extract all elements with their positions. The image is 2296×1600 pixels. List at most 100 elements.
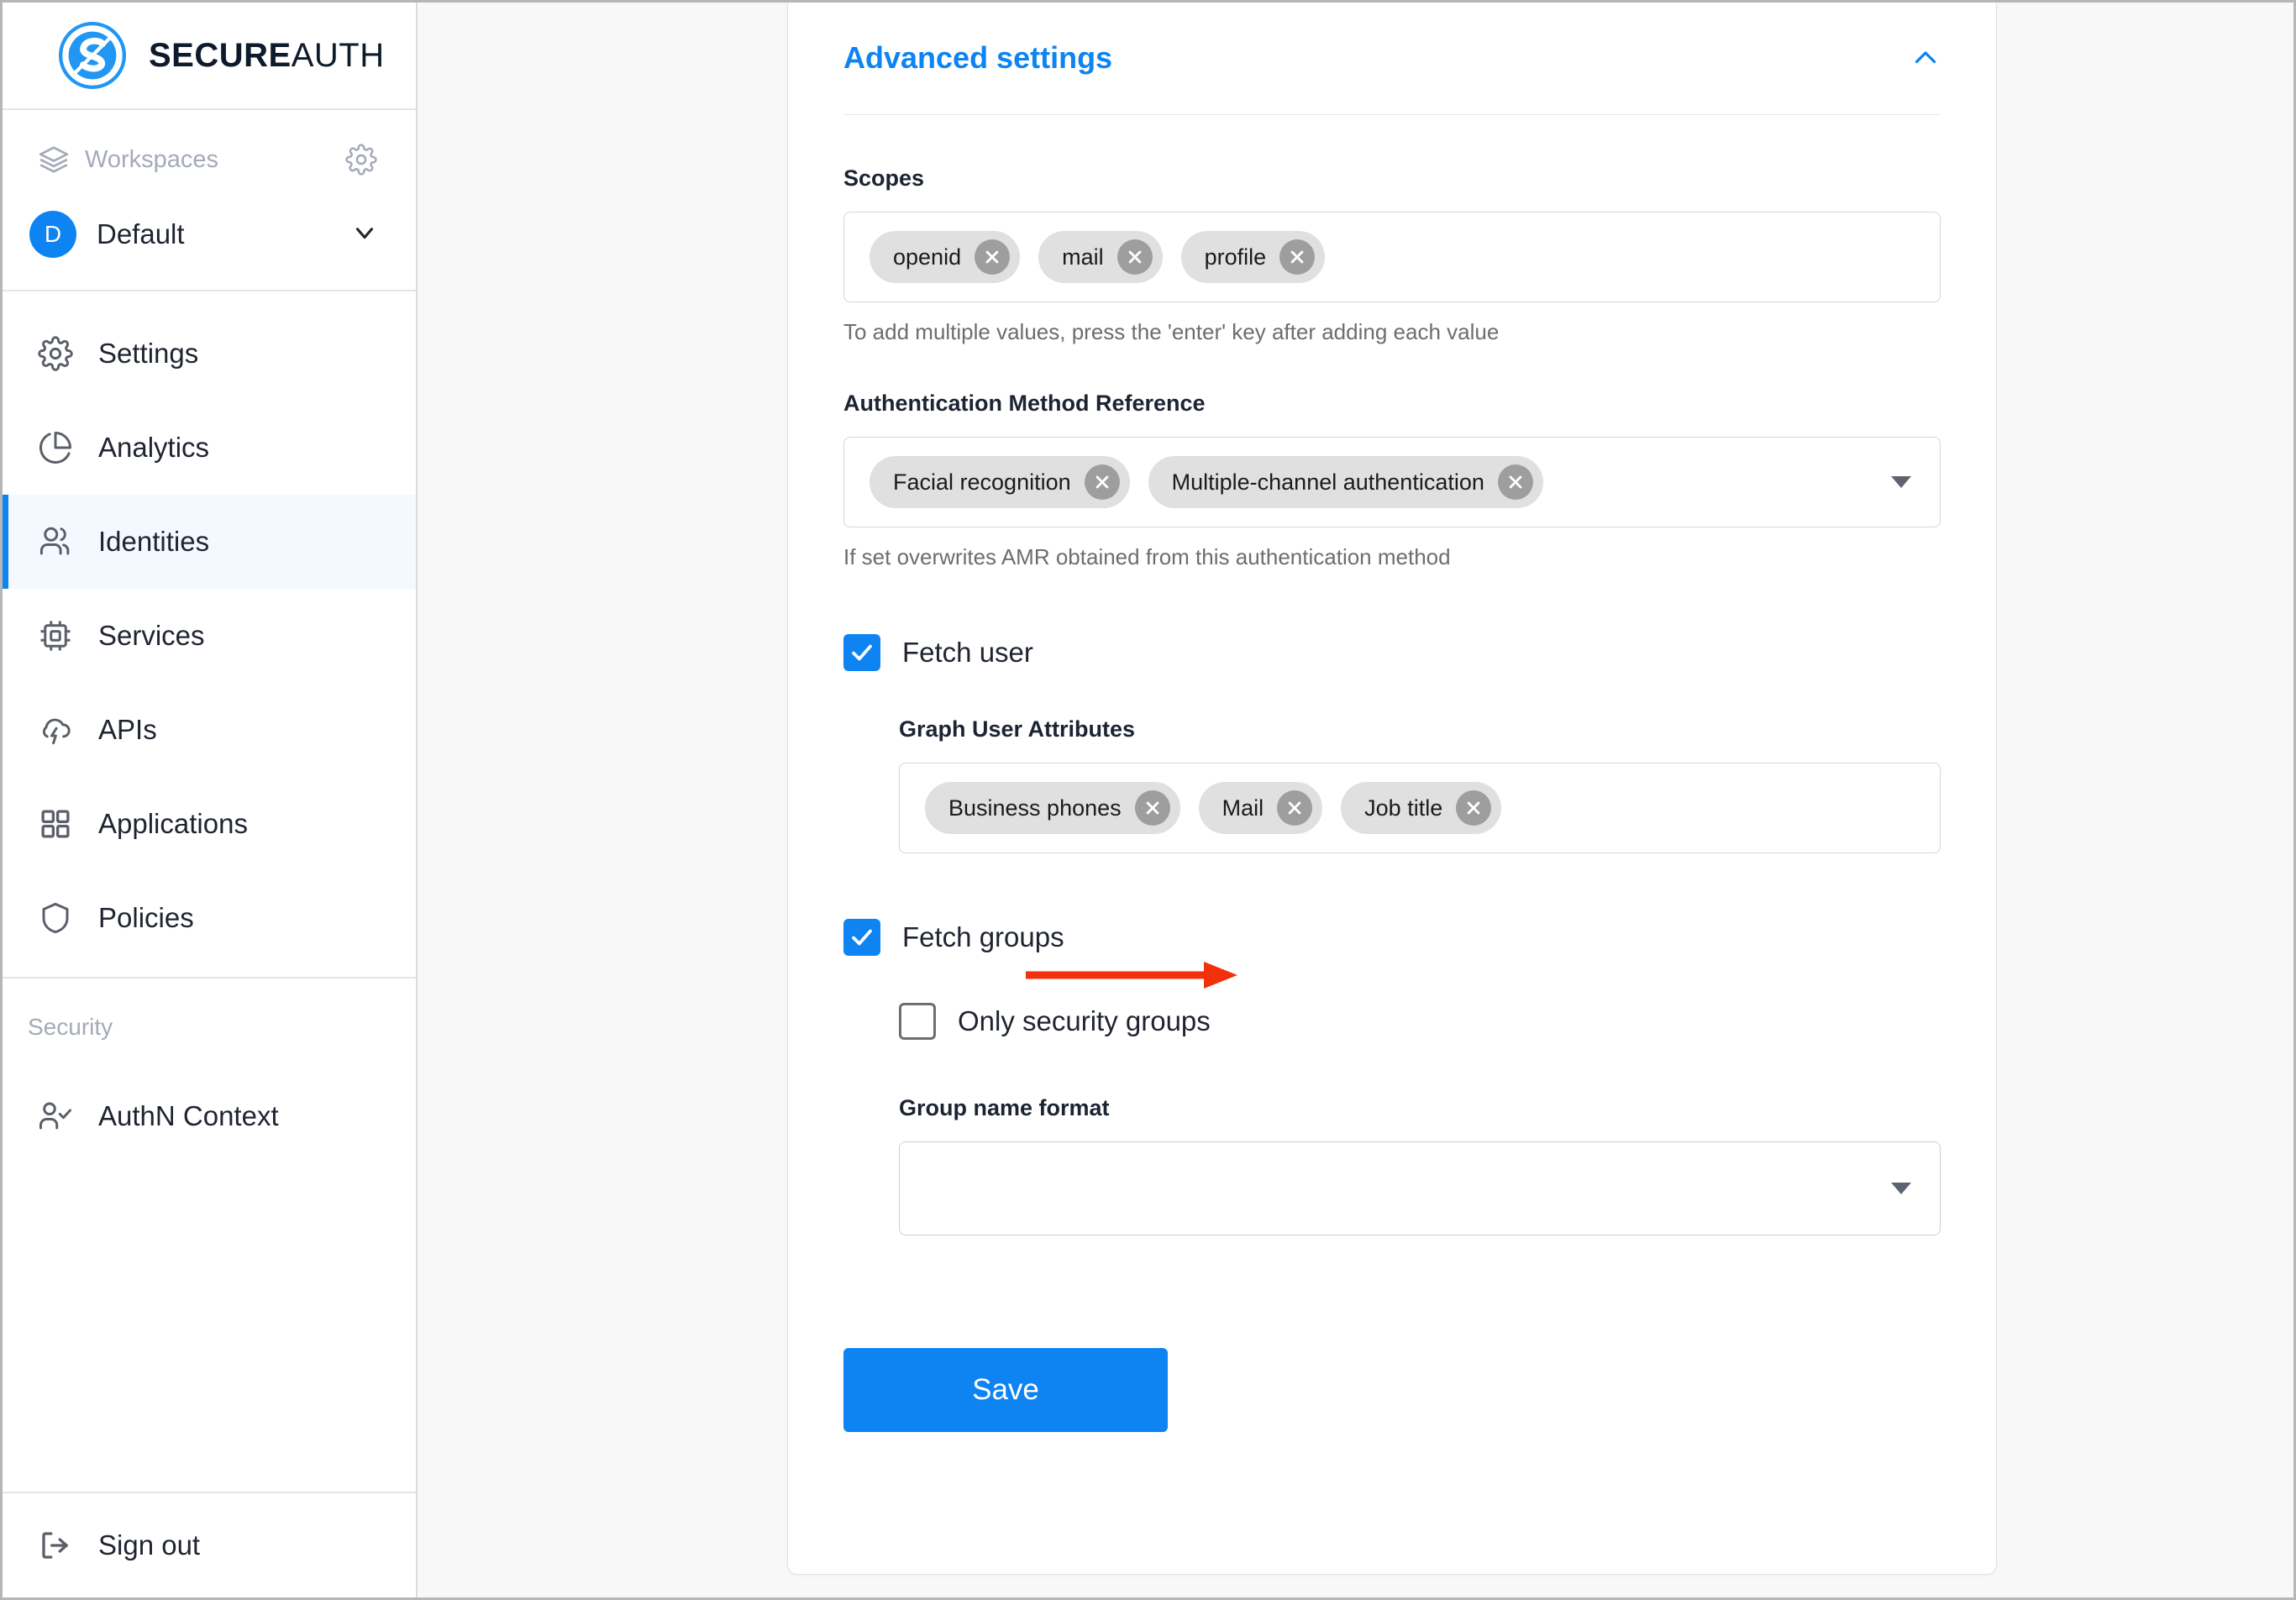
graph-user-attributes-input[interactable]: Business phones Mail Job title <box>899 763 1941 853</box>
primary-nav: Settings Analytics Identities Services A… <box>3 291 416 978</box>
shield-icon <box>34 900 76 936</box>
workspace-name: Default <box>97 218 185 249</box>
save-button[interactable]: Save <box>843 1348 1168 1432</box>
workspaces-header: Workspaces <box>3 134 416 186</box>
chip-label: Business phones <box>948 795 1122 821</box>
fetch-user-row[interactable]: Fetch user <box>843 634 1941 671</box>
sidebar-item-services[interactable]: Services <box>3 589 416 683</box>
secureauth-s-logo-icon <box>56 19 129 92</box>
fetch-user-label: Fetch user <box>902 637 1033 668</box>
chip[interactable]: Job title <box>1341 782 1502 834</box>
brand-name-light: AUTH <box>291 36 385 74</box>
caret-down-icon[interactable] <box>1891 1183 1911 1194</box>
app-window: SECUREAUTH Workspaces D Default Settings… <box>0 0 2296 1600</box>
pie-chart-icon <box>34 430 76 465</box>
sidebar-item-label: Identities <box>98 526 210 557</box>
sidebar-item-label: Applications <box>98 808 248 839</box>
sidebar-item-label: Policies <box>98 902 194 933</box>
sidebar-item-label: Settings <box>98 338 199 369</box>
brand-name-bold: SECURE <box>149 36 292 74</box>
chevron-up-icon[interactable] <box>1910 43 1941 73</box>
amr-input[interactable]: Facial recognition Multiple-channel auth… <box>843 437 1941 527</box>
fetch-groups-checkbox[interactable] <box>843 919 880 956</box>
sidebar-item-label: APIs <box>98 714 157 745</box>
sidebar-item-applications[interactable]: Applications <box>3 777 416 871</box>
graph-user-attributes-field: Graph User Attributes Business phones Ma… <box>899 716 1941 853</box>
group-name-format-select[interactable] <box>899 1141 1941 1235</box>
graph-user-attributes-label: Graph User Attributes <box>899 716 1136 742</box>
sidebar-item-identities[interactable]: Identities <box>3 495 416 589</box>
chip[interactable]: Multiple-channel authentication <box>1148 456 1543 508</box>
fetch-groups-label: Fetch groups <box>902 921 1064 952</box>
sign-out-label: Sign out <box>98 1529 201 1561</box>
sidebar-item-label: AuthN Context <box>98 1100 279 1131</box>
sidebar-item-apis[interactable]: APIs <box>3 683 416 777</box>
chip-label: Mail <box>1222 795 1264 821</box>
avatar: D <box>29 211 76 258</box>
close-circle-icon[interactable] <box>1134 790 1170 826</box>
chip-label: Facial recognition <box>893 469 1071 495</box>
chevron-down-icon[interactable] <box>350 218 379 251</box>
chip-label: openid <box>893 244 962 270</box>
gear-icon[interactable] <box>344 142 379 177</box>
chip[interactable]: Mail <box>1198 782 1323 834</box>
caret-down-icon[interactable] <box>1891 476 1911 488</box>
chip[interactable]: openid <box>870 231 1021 283</box>
advanced-settings-card: Advanced settings Scopes openid mail pro… <box>787 3 1997 1575</box>
sign-out-button[interactable]: Sign out <box>3 1492 416 1597</box>
work-area: Advanced settings Scopes openid mail pro… <box>418 3 2293 1597</box>
security-section: Security AuthN Context <box>3 978 416 1492</box>
chip[interactable]: Facial recognition <box>870 456 1130 508</box>
advanced-settings-header[interactable]: Advanced settings <box>843 3 1941 115</box>
workspaces-label: Workspaces <box>85 145 219 173</box>
sidebar-item-label: Services <box>98 620 205 651</box>
scopes-hint: To add multiple values, press the 'enter… <box>843 319 1500 344</box>
scopes-field: Scopes openid mail profile To add multip… <box>843 165 1941 345</box>
amr-label: Authentication Method Reference <box>843 391 1206 416</box>
sidebar-item-settings[interactable]: Settings <box>3 307 416 401</box>
close-circle-icon[interactable] <box>1497 464 1533 500</box>
chip[interactable]: Business phones <box>925 782 1180 834</box>
fetch-groups-row[interactable]: Fetch groups <box>843 919 1941 956</box>
close-circle-icon[interactable] <box>1116 239 1153 275</box>
chip-label: mail <box>1062 244 1104 270</box>
sidebar-item-authn-context[interactable]: AuthN Context <box>3 1069 416 1163</box>
chip-label: profile <box>1204 244 1267 270</box>
cloud-bolt-icon <box>34 712 76 748</box>
sidebar-item-label: Analytics <box>98 432 210 463</box>
scopes-label: Scopes <box>843 165 925 191</box>
workspace-selector[interactable]: D Default <box>3 204 416 265</box>
chip-label: Job title <box>1364 795 1443 821</box>
sign-out-icon <box>34 1528 76 1563</box>
sidebar-item-analytics[interactable]: Analytics <box>3 401 416 495</box>
users-icon <box>34 524 76 559</box>
only-security-groups-label: Only security groups <box>958 1005 1211 1036</box>
group-name-format-field: Group name format <box>899 1095 1941 1235</box>
chip[interactable]: mail <box>1038 231 1163 283</box>
amr-hint: If set overwrites AMR obtained from this… <box>843 544 1451 569</box>
close-circle-icon[interactable] <box>1277 790 1313 826</box>
close-circle-icon[interactable] <box>975 239 1011 275</box>
page-title: Advanced settings <box>843 40 1113 75</box>
sidebar: SECUREAUTH Workspaces D Default Settings… <box>3 3 418 1597</box>
group-name-format-label: Group name format <box>899 1095 1110 1120</box>
amr-field: Authentication Method Reference Facial r… <box>843 391 1941 570</box>
only-security-groups-row[interactable]: Only security groups <box>899 1003 1941 1040</box>
workspace-block: Workspaces D Default <box>3 110 416 291</box>
close-circle-icon[interactable] <box>1084 464 1120 500</box>
security-section-title: Security <box>28 1014 113 1040</box>
user-check-icon <box>34 1099 76 1134</box>
close-circle-icon[interactable] <box>1456 790 1492 826</box>
sidebar-item-policies[interactable]: Policies <box>3 871 416 965</box>
gear-icon <box>34 336 76 371</box>
close-circle-icon[interactable] <box>1279 239 1316 275</box>
chip-icon <box>34 618 76 653</box>
brand-name: SECUREAUTH <box>149 37 385 75</box>
brand-logo[interactable]: SECUREAUTH <box>3 3 416 110</box>
fetch-user-checkbox[interactable] <box>843 634 880 671</box>
chip[interactable]: profile <box>1180 231 1326 283</box>
only-security-groups-checkbox[interactable] <box>899 1003 936 1040</box>
layers-icon <box>34 144 73 176</box>
scopes-input[interactable]: openid mail profile <box>843 212 1941 302</box>
chip-label: Multiple-channel authentication <box>1171 469 1484 495</box>
